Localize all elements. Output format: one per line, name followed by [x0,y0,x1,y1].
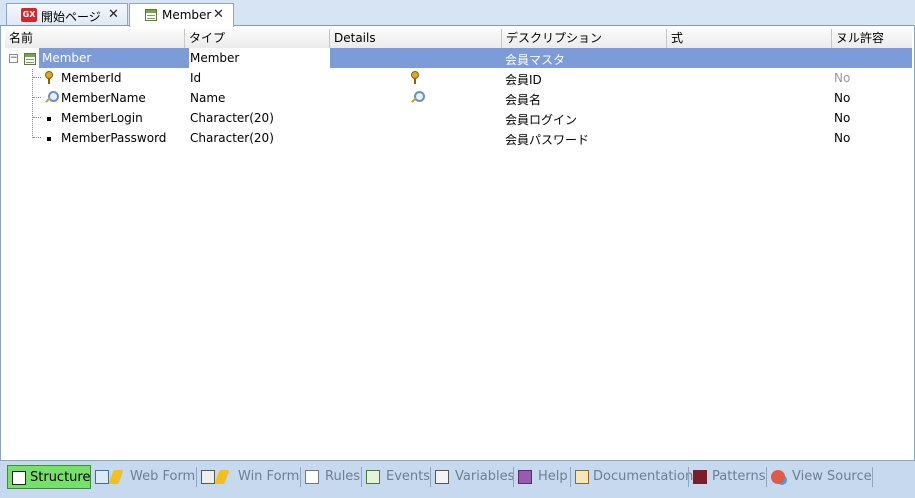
key-icon [411,71,419,84]
tab-label: View Source [792,469,872,484]
column-header-type[interactable]: タイプ [185,29,330,48]
attribute-type[interactable]: Id [190,71,201,85]
table-icon [24,53,36,65]
tab-label: 開始ページ [41,10,101,24]
attribute-nullable[interactable]: No [834,71,850,85]
attribute-type[interactable]: Name [190,91,225,105]
attribute-type[interactable]: Character(20) [190,111,274,125]
search-lens-icon [48,91,59,102]
tab-structure[interactable]: Structure [7,465,91,489]
structure-grid: 名前 タイプ Details デスクリプション 式 ヌル許容 − Member … [0,26,915,460]
patterns-icon [693,470,707,484]
tab-rules[interactable]: Rules [305,465,361,489]
tab-label: Documentation [593,469,694,484]
attribute-name[interactable]: MemberId [61,71,122,85]
tab-variables[interactable]: Variables [435,465,515,489]
divider [872,467,873,487]
tab-label: Events [386,469,431,484]
tab-label: Win Form [238,469,300,484]
grid-header: 名前 タイプ Details デスクリプション 式 ヌル許容 [5,29,912,49]
tab-label: Patterns [712,469,766,484]
tab-label: Variables [455,469,515,484]
divider [766,467,767,487]
column-header-name[interactable]: 名前 [5,29,185,48]
tab-label: Member [162,8,212,22]
attribute-type[interactable]: Character(20) [190,131,274,145]
close-icon[interactable]: ✕ [213,7,224,22]
attribute-name[interactable]: Member [42,51,91,65]
gx-logo-icon: GX [21,8,37,22]
variables-icon [435,470,449,484]
attribute-description[interactable]: 会員名 [505,91,541,108]
table-row[interactable]: − Member Member 会員マスタ [5,48,912,68]
table-row[interactable]: MemberName Name 会員名 No [5,88,912,108]
table-row[interactable]: MemberLogin Character(20) 会員ログイン No [5,108,912,128]
tab-label: Structure [30,470,91,485]
tab-help[interactable]: Help [518,465,568,489]
view-source-icon [771,470,785,484]
key-icon [45,71,53,84]
divider [430,467,431,487]
attribute-description[interactable]: 会員パスワード [505,131,589,148]
tab-view-source[interactable]: View Source [771,465,872,489]
tab-start-page[interactable]: GX 開始ページ ✕ [6,3,128,26]
lightning-icon [108,470,124,484]
attribute-nullable[interactable]: No [834,131,850,145]
attribute-description[interactable]: 会員ログイン [505,111,577,128]
divider [361,467,362,487]
table-row[interactable]: MemberPassword Character(20) 会員パスワード No [5,128,912,148]
attribute-nullable[interactable]: No [834,91,850,105]
divider [688,467,689,487]
tab-member[interactable]: Member ✕ [129,3,234,27]
tab-web-form[interactable]: Web Form [95,465,196,489]
column-header-details[interactable]: Details [330,29,502,48]
tab-documentation[interactable]: Documentation [575,465,693,489]
table-row[interactable]: MemberId Id 会員ID No [5,68,912,88]
attribute-description[interactable]: 会員ID [505,71,542,88]
tab-patterns[interactable]: Patterns [693,465,766,489]
attribute-description[interactable]: 会員マスタ [505,51,565,68]
tab-events[interactable]: Events [366,465,431,489]
attribute-name[interactable]: MemberLogin [61,111,143,125]
bullet-icon [47,137,51,141]
attribute-name[interactable]: MemberName [61,91,146,105]
column-header-description[interactable]: デスクリプション [502,29,667,48]
editor-tab-bar: Structure Web Form Win Form Rules Events… [0,460,915,498]
attribute-name[interactable]: MemberPassword [61,131,166,145]
transaction-icon [145,9,157,21]
column-header-formula[interactable]: 式 [667,29,832,48]
help-book-icon [518,470,532,484]
events-icon [366,470,380,484]
divider [513,467,514,487]
structure-icon [12,471,26,485]
divider [300,467,301,487]
collapse-icon[interactable]: − [9,54,18,63]
search-lens-icon [414,91,425,102]
tab-label: Rules [325,469,361,484]
attribute-nullable[interactable]: No [834,111,850,125]
document-tab-bar: GX 開始ページ ✕ Member ✕ [0,0,915,27]
web-form-icon [95,470,109,484]
column-header-nullable[interactable]: ヌル許容 [832,29,912,48]
close-icon[interactable]: ✕ [108,7,119,22]
bullet-icon [47,117,51,121]
attribute-type[interactable]: Member [190,51,239,65]
tab-label: Help [538,469,568,484]
divider [196,467,197,487]
win-form-icon [201,470,215,484]
lightning-icon [214,470,230,484]
divider [570,467,571,487]
tab-label: Web Form [130,469,196,484]
documentation-icon [575,470,589,484]
rules-icon [305,470,319,484]
row-highlight [5,48,912,68]
tab-win-form[interactable]: Win Form [201,465,300,489]
